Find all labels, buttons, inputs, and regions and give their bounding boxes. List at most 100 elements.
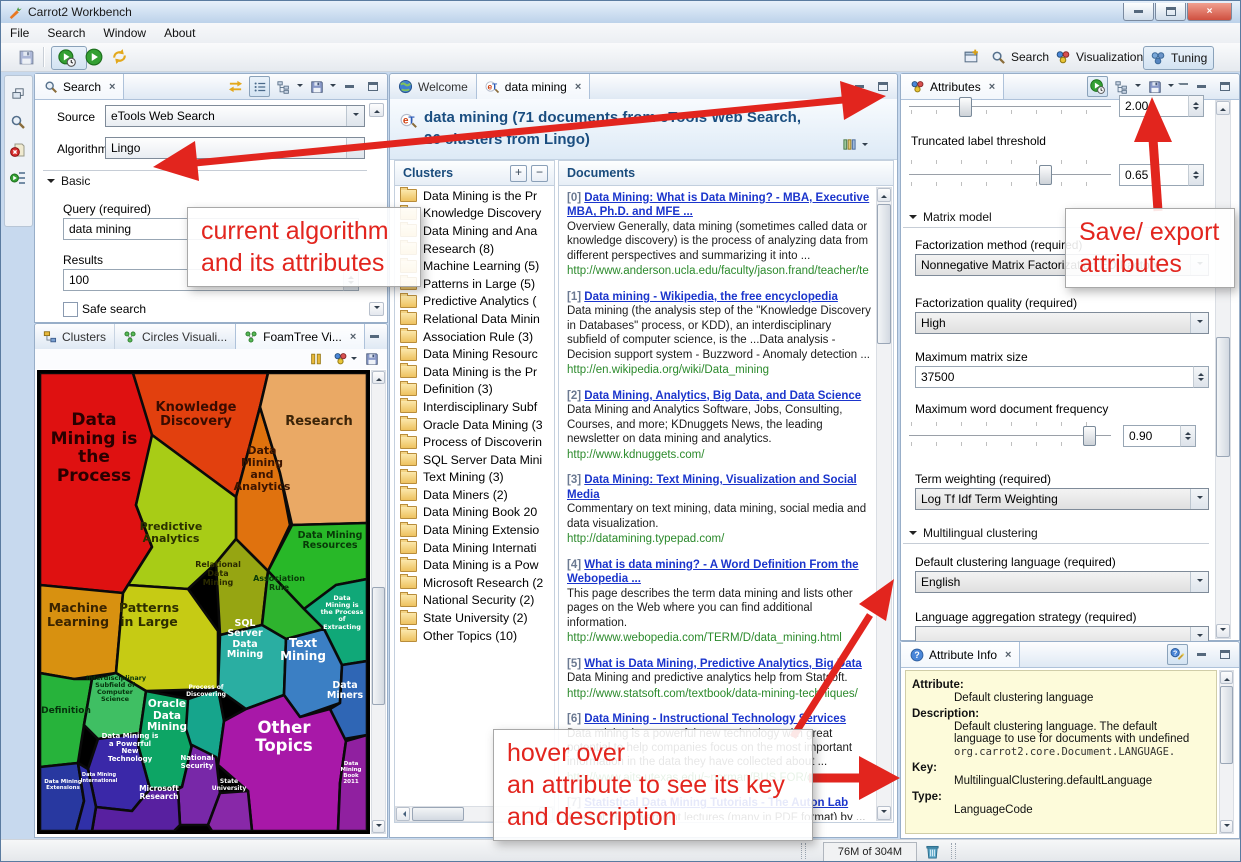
- window-maximize-button[interactable]: [1155, 3, 1186, 21]
- run-button-play-icon[interactable]: [85, 48, 103, 66]
- tab-welcome[interactable]: Welcome: [390, 74, 476, 99]
- spinner[interactable]: [1180, 425, 1196, 447]
- live-update-icon[interactable]: [1087, 76, 1108, 97]
- slider-thumb[interactable]: [1039, 165, 1052, 185]
- slider-thumb[interactable]: [1083, 426, 1096, 446]
- title-bar[interactable]: Carrot2 Workbench ×: [1, 1, 1240, 23]
- top-attribute-input[interactable]: 2.00: [1119, 95, 1189, 117]
- perspective-search-button[interactable]: Search: [985, 46, 1055, 68]
- document-title-link[interactable]: Data Mining, Analytics, Big Data, and Da…: [584, 390, 861, 402]
- scroll-down-button[interactable]: [1216, 624, 1230, 638]
- collapse-all-icon[interactable]: −: [531, 165, 548, 182]
- cluster-tree-item[interactable]: National Security (2): [395, 592, 554, 610]
- matrix-model-section-header[interactable]: Matrix model: [909, 210, 992, 224]
- tab-data-mining[interactable]: data mining ×: [476, 74, 590, 99]
- max-word-frequency-input[interactable]: 0.90: [1123, 425, 1181, 447]
- scrollbar-thumb[interactable]: [1220, 686, 1233, 764]
- tab-circles-visualization[interactable]: Circles Visuali...: [114, 324, 235, 349]
- document-url[interactable]: http://www.anderson.ucla.edu/faculty/jas…: [567, 264, 873, 278]
- scroll-down-button[interactable]: [877, 806, 891, 820]
- save-icon[interactable]: [18, 49, 35, 66]
- term-weighting-combo[interactable]: Log Tf Idf Term Weighting: [915, 488, 1209, 510]
- maximize-view-icon[interactable]: [1215, 645, 1234, 664]
- minimized-search-view-icon[interactable]: [10, 114, 26, 130]
- open-perspective-icon[interactable]: [963, 48, 980, 65]
- default-clustering-language-combo[interactable]: English: [915, 571, 1209, 593]
- document-url[interactable]: http://www.kdnuggets.com/: [567, 448, 873, 462]
- process-and-cluster-button[interactable]: [51, 46, 87, 70]
- foamtree-cell[interactable]: [40, 373, 153, 593]
- safe-search-checkbox[interactable]: [63, 302, 78, 317]
- document-title-link[interactable]: Data Mining: What is Data Mining? - MBA,…: [567, 192, 869, 218]
- minimize-view-icon[interactable]: [1192, 645, 1211, 664]
- cluster-tree-item[interactable]: Oracle Data Mining (3: [395, 416, 554, 434]
- cluster-tree-item[interactable]: Data Mining Internati: [395, 539, 554, 557]
- document-url[interactable]: http://datamining.typepad.com/: [567, 532, 873, 546]
- cluster-tree-item[interactable]: SQL Server Data Mini: [395, 451, 554, 469]
- chevron-down-icon[interactable]: [351, 357, 357, 363]
- document-title-link[interactable]: Data Mining - Instructional Technology S…: [584, 713, 846, 725]
- minimize-view-icon[interactable]: [1192, 77, 1211, 96]
- tab-attribute-info[interactable]: Attribute Info ×: [901, 642, 1020, 667]
- save-image-icon[interactable]: [365, 352, 379, 366]
- scroll-down-button[interactable]: [369, 302, 384, 316]
- truncated-threshold-input[interactable]: 0.65: [1119, 164, 1189, 186]
- minimized-error-log-view-icon[interactable]: [10, 142, 26, 158]
- close-tab-icon[interactable]: ×: [575, 81, 581, 93]
- swap-source-icon[interactable]: [226, 77, 245, 96]
- restore-view-icon[interactable]: [11, 86, 26, 101]
- spinner[interactable]: [1193, 366, 1209, 388]
- run-garbage-collector-button[interactable]: [921, 841, 943, 861]
- scroll-up-button[interactable]: [369, 103, 384, 117]
- tab-clusters[interactable]: Clusters: [35, 324, 114, 349]
- document-title-link[interactable]: What is Data Mining, Predictive Analytic…: [584, 658, 862, 670]
- chevron-down-icon[interactable]: [297, 84, 303, 90]
- scrollbar-thumb[interactable]: [877, 204, 891, 344]
- menu-item[interactable]: Search: [38, 23, 94, 43]
- document-url[interactable]: http://www.webopedia.com/TERM/D/data_min…: [567, 631, 873, 645]
- chevron-down-icon[interactable]: [862, 143, 868, 149]
- foamtree-cell[interactable]: [40, 585, 123, 679]
- menu-item[interactable]: Window: [94, 23, 155, 43]
- menu-item[interactable]: About: [155, 23, 204, 43]
- maximize-view-icon[interactable]: [1215, 77, 1234, 96]
- link-with-selection-icon[interactable]: [1167, 644, 1188, 665]
- cluster-tree-item[interactable]: State University (2): [395, 609, 554, 627]
- cluster-tree-item[interactable]: Text Mining (3): [395, 469, 554, 487]
- maximum-matrix-size-input[interactable]: 37500: [915, 366, 1194, 388]
- basic-section-header[interactable]: Basic: [47, 174, 90, 188]
- scroll-down-button[interactable]: [1220, 820, 1233, 833]
- cluster-tree-item[interactable]: Data Mining Resourc: [395, 345, 554, 363]
- save-attributes-icon[interactable]: [307, 77, 326, 96]
- scroll-up-button[interactable]: [372, 371, 385, 384]
- tab-search[interactable]: Search ×: [35, 74, 124, 99]
- foamtree-cell[interactable]: [218, 625, 286, 709]
- document-title-link[interactable]: What is data mining? - A Word Definition…: [567, 559, 859, 585]
- list-layout-icon[interactable]: [249, 76, 270, 97]
- chevron-down-icon[interactable]: [1135, 84, 1141, 90]
- attributes-vertical-scrollbar[interactable]: [1215, 100, 1231, 639]
- foamtree-vertical-scrollbar[interactable]: [371, 370, 386, 834]
- maximize-view-icon[interactable]: [873, 77, 892, 96]
- view-menu-icon[interactable]: [1178, 83, 1188, 90]
- algorithm-combo[interactable]: Lingo: [105, 137, 365, 159]
- maximize-view-icon[interactable]: [363, 77, 382, 96]
- chevron-down-icon[interactable]: [330, 84, 336, 90]
- scroll-down-button[interactable]: [372, 820, 385, 833]
- cluster-tree-item[interactable]: Microsoft Research (2: [395, 574, 554, 592]
- cluster-tree-item[interactable]: Data Mining is the Pr: [395, 363, 554, 381]
- minimize-view-icon[interactable]: [365, 327, 384, 346]
- cluster-tree-item[interactable]: Data Mining is the Pr: [395, 187, 554, 205]
- window-close-button[interactable]: ×: [1187, 3, 1232, 21]
- cluster-tree-item[interactable]: Data Mining Extensio: [395, 521, 554, 539]
- minimize-view-icon[interactable]: [850, 77, 869, 96]
- minimize-view-icon[interactable]: [340, 77, 359, 96]
- scroll-up-button[interactable]: [1216, 101, 1230, 115]
- spinner[interactable]: [1188, 95, 1204, 117]
- close-tab-icon[interactable]: ×: [350, 331, 356, 343]
- foamtree-cell[interactable]: [116, 585, 218, 691]
- visualization-attributes-icon[interactable]: [333, 351, 348, 366]
- cluster-tree-item[interactable]: Relational Data Minin: [395, 310, 554, 328]
- scrollbar-thumb[interactable]: [1216, 337, 1230, 457]
- scroll-up-button[interactable]: [877, 188, 891, 202]
